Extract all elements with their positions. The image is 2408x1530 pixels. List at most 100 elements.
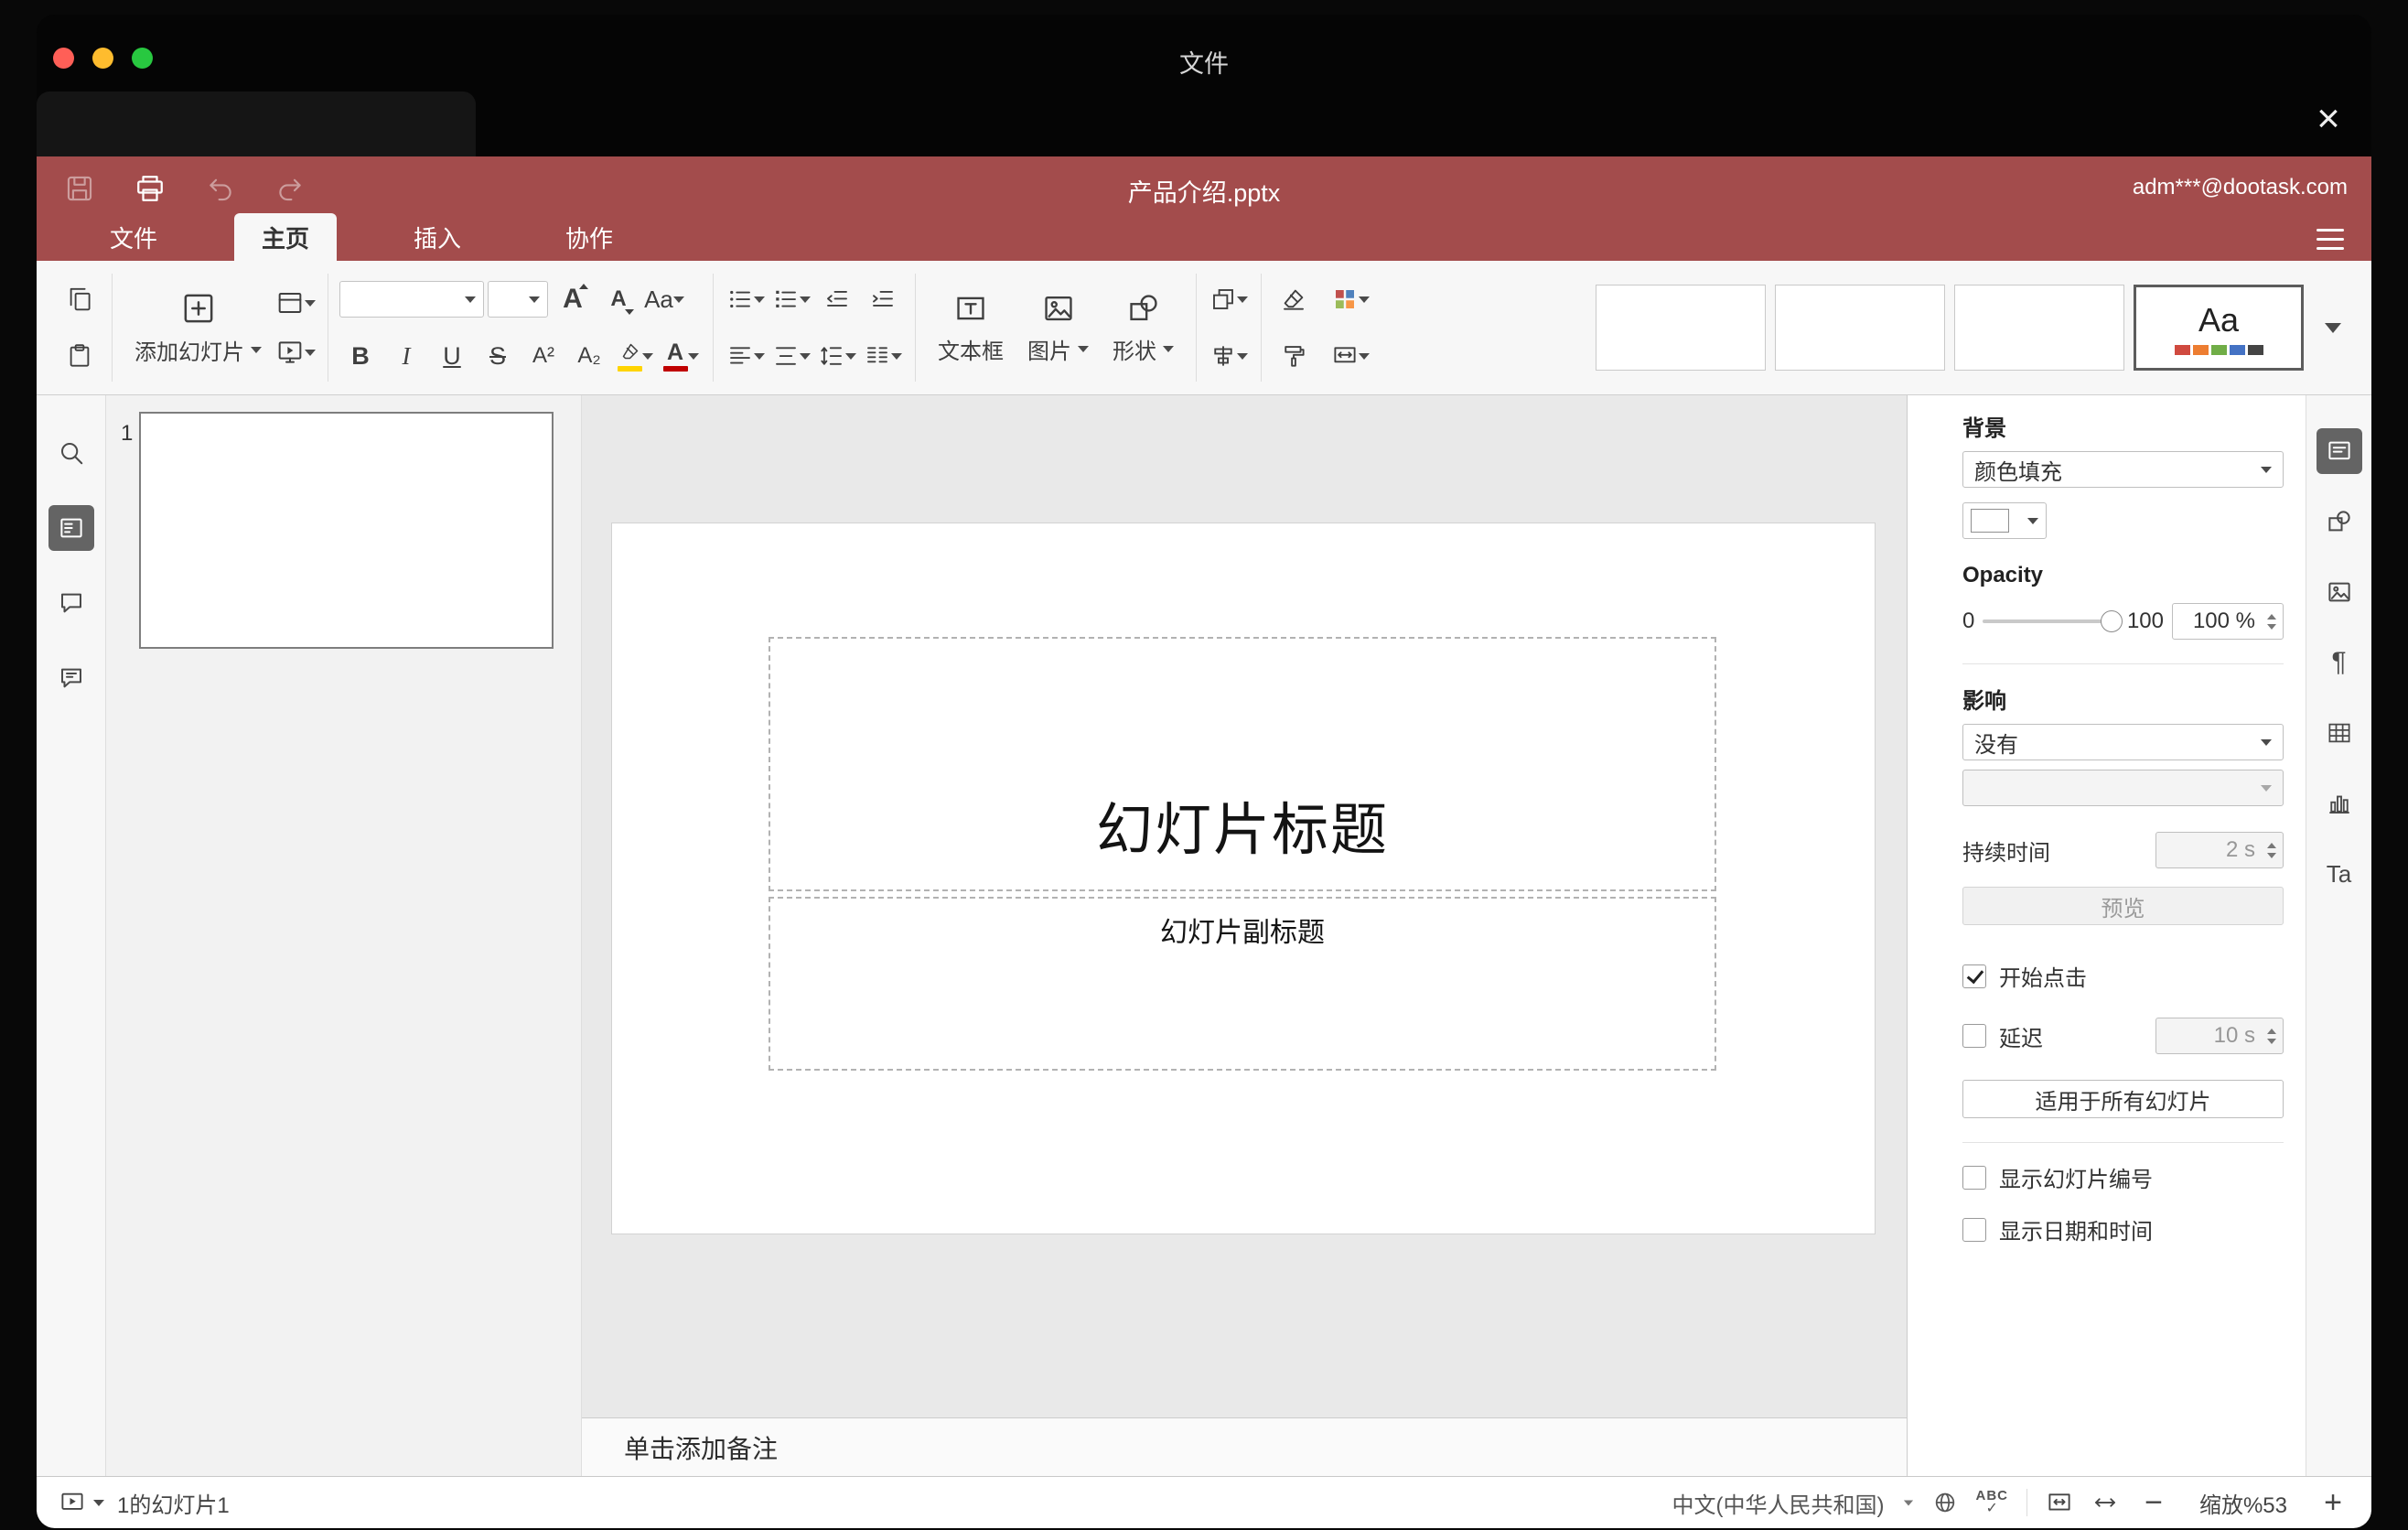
- numbering-button[interactable]: [770, 276, 812, 322]
- align-left-icon: [730, 347, 750, 364]
- align-shape-button[interactable]: [1208, 333, 1250, 379]
- line-spacing-button[interactable]: [816, 333, 858, 379]
- slide-layout-button[interactable]: [274, 280, 317, 326]
- subtitle-placeholder[interactable]: 幻灯片副标题: [769, 897, 1716, 1071]
- decrease-indent-button[interactable]: [816, 276, 858, 322]
- delay-checkbox[interactable]: [1962, 1024, 1986, 1048]
- bold-button[interactable]: B: [339, 333, 382, 379]
- title-placeholder[interactable]: 幻灯片标题: [769, 637, 1716, 891]
- clear-style-button[interactable]: [1273, 276, 1315, 322]
- slide-thumbnail[interactable]: [139, 412, 554, 649]
- slide-size-button[interactable]: [1329, 333, 1371, 379]
- opacity-slider[interactable]: [1983, 610, 2123, 632]
- search-button[interactable]: [48, 430, 94, 476]
- insert-shape-button[interactable]: 形状: [1102, 270, 1185, 385]
- superscript-button[interactable]: A²: [522, 333, 564, 379]
- insert-image-button[interactable]: 图片: [1016, 270, 1100, 385]
- italic-button[interactable]: I: [385, 333, 427, 379]
- slide-settings-button[interactable]: [2316, 428, 2362, 474]
- change-case-button[interactable]: Aa: [643, 276, 685, 322]
- shape-settings-icon: [2327, 511, 2350, 532]
- comments-button[interactable]: [48, 580, 94, 626]
- tab-collaboration[interactable]: 协作: [538, 213, 640, 261]
- shape-settings-button[interactable]: [2317, 499, 2362, 544]
- chevron-down-icon: [305, 349, 316, 356]
- decrease-font-button[interactable]: A: [597, 276, 640, 322]
- decrease-font-icon: A: [610, 286, 627, 311]
- arrange-shape-button[interactable]: [1208, 276, 1250, 322]
- highlight-color-button[interactable]: [614, 333, 656, 379]
- chevron-down-icon: [891, 352, 902, 360]
- color-scheme-button[interactable]: [1329, 276, 1371, 322]
- zoom-out-button[interactable]: −: [2137, 1487, 2170, 1518]
- bullets-icon: [730, 290, 750, 308]
- fit-slide-button[interactable]: [2046, 1489, 2073, 1516]
- feedback-button[interactable]: [48, 655, 94, 701]
- window-title: 文件: [1179, 50, 1229, 78]
- horizontal-align-button[interactable]: [725, 333, 767, 379]
- notes-area[interactable]: 单击添加备注: [582, 1417, 1907, 1476]
- vertical-align-button[interactable]: [770, 333, 812, 379]
- slide-number: 1: [121, 421, 134, 446]
- zoom-level: 缩放%53: [2198, 1492, 2288, 1518]
- bullets-button[interactable]: [725, 276, 767, 322]
- image-settings-button[interactable]: [2317, 569, 2362, 615]
- show-slide-number-label: 显示幻灯片编号: [1999, 1168, 2153, 1192]
- tab-insert[interactable]: 插入: [386, 213, 489, 261]
- close-icon[interactable]: ×: [2306, 99, 2351, 139]
- apply-to-all-button[interactable]: 适用于所有幻灯片: [1962, 1080, 2284, 1118]
- table-settings-button[interactable]: [2317, 710, 2362, 756]
- insert-textbox-button[interactable]: 文本框: [927, 270, 1015, 385]
- copy-button[interactable]: [59, 276, 101, 322]
- font-color-button[interactable]: A: [660, 333, 702, 379]
- tab-home[interactable]: 主页: [234, 213, 337, 261]
- subscript-button[interactable]: A₂: [568, 333, 610, 379]
- underline-button[interactable]: U: [431, 333, 473, 379]
- show-date-time-checkbox[interactable]: [1962, 1217, 1986, 1242]
- chart-settings-button[interactable]: [2317, 781, 2362, 826]
- zoom-in-button[interactable]: +: [2317, 1487, 2349, 1518]
- background-color-select[interactable]: [1962, 502, 2047, 539]
- theme-tile-3[interactable]: [1954, 285, 2124, 371]
- slide-canvas[interactable]: 幻灯片标题 幻灯片副标题: [582, 395, 1907, 1417]
- slide[interactable]: 幻灯片标题 幻灯片副标题: [611, 523, 1876, 1234]
- user-account[interactable]: adm***@dootask.com: [2133, 175, 2348, 200]
- show-slide-number-checkbox[interactable]: [1962, 1165, 1986, 1190]
- menu-icon[interactable]: [2317, 229, 2344, 250]
- chevron-down-icon: [1237, 352, 1248, 360]
- theme-gallery-expand-button[interactable]: [2313, 285, 2353, 371]
- font-name-select[interactable]: [339, 281, 484, 318]
- font-size-select[interactable]: [488, 281, 548, 318]
- theme-tile-1[interactable]: [1596, 285, 1766, 371]
- opacity-slider-knob[interactable]: [2100, 610, 2123, 632]
- macos-titlebar: 文件 ×: [37, 15, 2371, 156]
- fit-width-button[interactable]: [2091, 1489, 2119, 1516]
- statusbar-separator: [2026, 1489, 2027, 1516]
- slides-panel-button[interactable]: [48, 505, 94, 551]
- textbox-label: 文本框: [938, 339, 1004, 364]
- start-slideshow-button[interactable]: [274, 329, 317, 375]
- textart-settings-button[interactable]: Ta: [2317, 851, 2362, 897]
- opacity-input[interactable]: 100 %: [2172, 603, 2284, 640]
- add-slide-button[interactable]: 添加幻灯片: [124, 270, 273, 385]
- spinner-arrows[interactable]: [2267, 604, 2276, 639]
- spellcheck-button[interactable]: ABC ✓: [1976, 1489, 2009, 1516]
- start-on-click-checkbox[interactable]: [1962, 964, 1986, 988]
- start-slideshow-status-button[interactable]: [59, 1489, 104, 1516]
- language-selector[interactable]: 中文(中华人民共和国): [1672, 1487, 1885, 1519]
- increase-font-button[interactable]: A: [552, 276, 594, 322]
- strikeout-button[interactable]: S: [477, 333, 519, 379]
- copy-style-button[interactable]: [1273, 333, 1315, 379]
- background-fill-select[interactable]: 颜色填充: [1962, 451, 2284, 488]
- paste-button[interactable]: [59, 333, 101, 379]
- theme-tile-selected[interactable]: Aa: [2134, 285, 2304, 371]
- set-language-button[interactable]: [1932, 1490, 1958, 1515]
- scheme-group: [1322, 261, 1379, 394]
- effect-select[interactable]: 没有: [1962, 724, 2284, 760]
- tab-file[interactable]: 文件: [82, 213, 185, 261]
- increase-indent-button[interactable]: [862, 276, 904, 322]
- paragraph-settings-button[interactable]: ¶: [2317, 640, 2362, 685]
- duration-input: 2 s: [2155, 832, 2284, 868]
- theme-tile-2[interactable]: [1775, 285, 1945, 371]
- columns-button[interactable]: [862, 333, 904, 379]
